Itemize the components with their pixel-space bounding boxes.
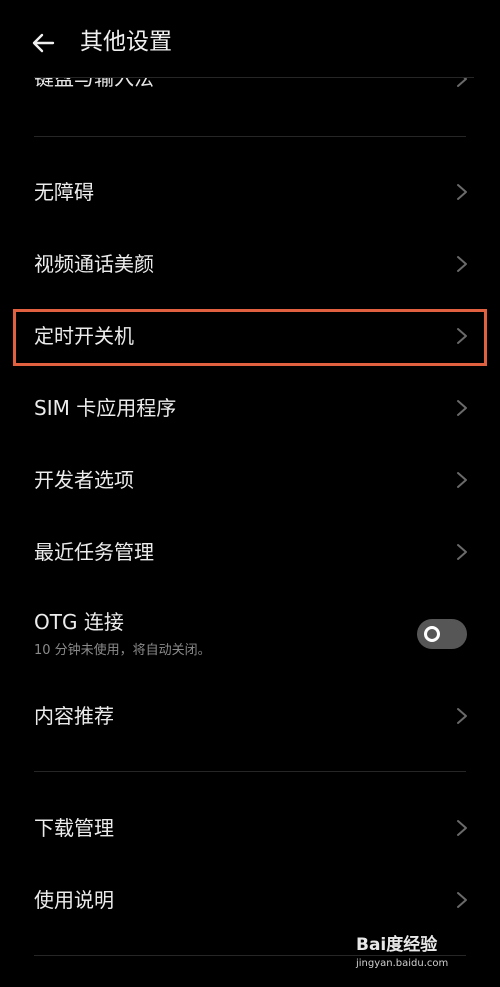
otg-subtitle: 10 分钟未使用，将自动关闭。 bbox=[34, 643, 211, 658]
highlight-box bbox=[13, 309, 487, 366]
chevron-right-icon bbox=[456, 183, 468, 201]
toggle-knob bbox=[424, 626, 440, 642]
list-item-label: 键盘与输入法 bbox=[34, 78, 154, 90]
page-title: 其他设置 bbox=[80, 29, 172, 55]
list-item-label: 下载管理 bbox=[34, 816, 114, 840]
list-item-video-call-beauty[interactable]: 视频通话美颜 bbox=[0, 234, 500, 294]
group-divider bbox=[34, 136, 466, 137]
chevron-right-icon bbox=[456, 819, 468, 837]
watermark-brand: Bai度经验 bbox=[356, 935, 438, 955]
list-item-label: 最近任务管理 bbox=[34, 540, 154, 564]
chevron-right-icon bbox=[456, 78, 468, 88]
list-item-download-manager[interactable]: 下载管理 bbox=[0, 798, 500, 858]
list-item-content-recommend[interactable]: 内容推荐 bbox=[0, 686, 500, 746]
otg-label: OTG 连接 bbox=[34, 610, 124, 634]
list-item-developer-options[interactable]: 开发者选项 bbox=[0, 450, 500, 510]
watermark-url: jingyan.baidu.com bbox=[356, 958, 449, 969]
group-divider bbox=[34, 771, 466, 772]
list-item-user-guide[interactable]: 使用说明 bbox=[0, 870, 500, 930]
list-item-label: 使用说明 bbox=[34, 888, 114, 912]
list-item-label: 内容推荐 bbox=[34, 704, 114, 728]
chevron-right-icon bbox=[456, 543, 468, 561]
chevron-right-icon bbox=[456, 707, 468, 725]
list-item-sim-apps[interactable]: SIM 卡应用程序 bbox=[0, 378, 500, 438]
list-item-recent-tasks[interactable]: 最近任务管理 bbox=[0, 522, 500, 582]
chevron-right-icon bbox=[456, 891, 468, 909]
chevron-right-icon bbox=[456, 399, 468, 417]
list-item-label: 开发者选项 bbox=[34, 468, 134, 492]
chevron-right-icon bbox=[456, 471, 468, 489]
list-item-keyboard-input[interactable]: 键盘与输入法 bbox=[0, 78, 500, 100]
baidu-watermark: Bai度经验 jingyan.baidu.com bbox=[356, 933, 476, 973]
back-arrow-icon[interactable] bbox=[30, 30, 56, 56]
header-divider bbox=[34, 77, 474, 78]
list-item-label: SIM 卡应用程序 bbox=[34, 396, 177, 420]
list-item-otg: OTG 连接 10 分钟未使用，将自动关闭。 bbox=[0, 600, 500, 676]
list-item-accessibility[interactable]: 无障碍 bbox=[0, 162, 500, 222]
list-item-label: 视频通话美颜 bbox=[34, 252, 154, 276]
chevron-right-icon bbox=[456, 255, 468, 273]
list-item-label: 无障碍 bbox=[34, 180, 94, 204]
otg-toggle[interactable] bbox=[417, 619, 467, 649]
app-header: 其他设置 bbox=[0, 0, 500, 78]
